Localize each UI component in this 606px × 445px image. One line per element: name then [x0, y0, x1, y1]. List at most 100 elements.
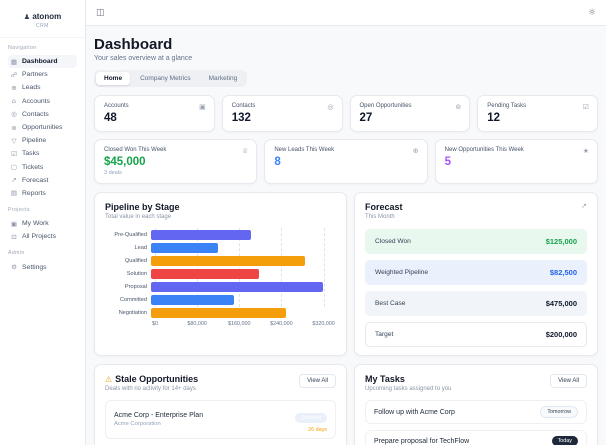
- theme-toggle-icon[interactable]: ☼: [588, 8, 596, 18]
- chart-bar-track: [151, 307, 332, 318]
- forecast-row-weighted-pipeline: Weighted Pipeline $82,500: [365, 260, 587, 285]
- all-projects-icon: ⊡: [11, 232, 17, 241]
- tasks-icon: ☑: [11, 149, 17, 158]
- chart-bar[interactable]: [151, 255, 305, 266]
- sidebar-item-label: Pipeline: [22, 137, 47, 145]
- checklist-icon: ☑: [582, 103, 589, 111]
- reports-icon: ▤: [10, 189, 18, 198]
- chart-x-tick: $0: [152, 321, 158, 327]
- sidebar-item-my-work[interactable]: ▣ My Work: [8, 217, 77, 230]
- task-name: Follow up with Acme Corp: [374, 408, 455, 416]
- sidebar-item-leads[interactable]: ⊕ Leads: [8, 81, 77, 94]
- chart-bar[interactable]: [151, 268, 259, 279]
- sidebar-item-label: Reports: [22, 189, 46, 197]
- stat-label: Pending Tasks: [487, 103, 527, 109]
- sidebar-item-tickets[interactable]: ▢ Tickets: [8, 161, 77, 174]
- chart-bar-row: Solution: [105, 267, 336, 280]
- sidebar-item-accounts[interactable]: ⌂ Accounts: [8, 95, 77, 108]
- user-plus-icon: ⊕: [412, 147, 419, 155]
- stat-value: 12: [487, 112, 501, 124]
- chart-subtitle: Total value in each stage: [105, 214, 172, 220]
- tickets-icon: ▢: [10, 163, 18, 172]
- sidebar-item-opportunities[interactable]: ⊚ Opportunities: [8, 121, 77, 134]
- pipeline-chart-card: Pipeline by Stage Total value in each st…: [94, 192, 347, 356]
- stale-list: Acme Corp - Enterprise Plan Acme Corporat…: [105, 400, 336, 445]
- forecast-row-value: $82,500: [549, 268, 577, 277]
- sidebar-item-partners[interactable]: ☍ Partners: [8, 68, 77, 81]
- stale-opportunity-item[interactable]: Acme Corp - Enterprise Plan Acme Corporat…: [105, 400, 336, 439]
- forecast-row-closed-won: Closed Won $125,000: [365, 229, 587, 254]
- sidebar-item-label: Tickets: [22, 163, 44, 171]
- sidebar-item-label: All Projects: [22, 233, 56, 241]
- forecast-row-value: $125,000: [545, 237, 577, 246]
- nav-section-label: Admin: [8, 250, 25, 257]
- dashboard-icon: ▦: [10, 57, 18, 66]
- due-badge: Today: [551, 436, 578, 445]
- stale-view-all-button[interactable]: View All: [299, 374, 336, 388]
- chart-bar-track: [151, 294, 332, 305]
- chart-bar-track: [151, 229, 332, 240]
- chart-category-label: Negotiation: [118, 309, 147, 316]
- panel-toggle-icon[interactable]: ◫: [96, 8, 105, 18]
- chart-bar-track: [151, 281, 332, 292]
- pipeline-bar-chart: Pre-Qualified Lead Qualified Solution Propos…: [105, 228, 336, 329]
- tasks-subtitle: Upcoming tasks assigned to you: [365, 386, 452, 392]
- chart-bar[interactable]: [151, 294, 235, 305]
- trophy-icon: ♕: [242, 147, 249, 155]
- forecast-title: Forecast: [365, 202, 403, 212]
- chart-title: Pipeline by Stage: [105, 202, 180, 212]
- chart-bar[interactable]: [151, 242, 219, 253]
- forecast-row-label: Closed Won: [375, 238, 411, 245]
- forecast-row-label: Weighted Pipeline: [375, 269, 429, 276]
- task-item[interactable]: Follow up with Acme Corp Tomorrow: [365, 400, 587, 424]
- chart-bar-track: [151, 242, 332, 253]
- chart-bar[interactable]: [151, 229, 251, 240]
- stale-item-meta: Qualified 26 days: [294, 406, 327, 433]
- tab-marketing[interactable]: Marketing: [201, 72, 246, 85]
- sidebar-item-forecast[interactable]: ↗ Forecast: [8, 174, 77, 187]
- stale-header-text: ⚠ Stale Opportunities Deals with no activ…: [105, 374, 198, 392]
- main-area: ◫ ☼ Dashboard Your sales overview at a g…: [86, 0, 606, 445]
- sidebar-item-label: Tasks: [22, 150, 40, 158]
- opportunity-name: Acme Corp - Enterprise Plan: [114, 412, 204, 419]
- sidebar-item-label: My Work: [22, 220, 49, 228]
- sidebar-item-dashboard[interactable]: ▦ Dashboard: [8, 55, 77, 69]
- tabbar: Home Company Metrics Marketing: [94, 70, 248, 87]
- partners-icon: ☍: [10, 70, 18, 79]
- chart-bar-track: [151, 255, 332, 266]
- nav-section: Navigation ▦ Dashboard ☍ Partners ⊕ Leads ⌂ Acco…: [0, 38, 85, 200]
- week-card-sub: [445, 170, 588, 176]
- stale-opportunities-card: ⚠ Stale Opportunities Deals with no activ…: [94, 364, 347, 445]
- nav-section-label: Navigation: [8, 45, 37, 51]
- app-root: ♟ atonom CRM Navigation ▦ Dashboard ☍ Partne…: [0, 0, 606, 445]
- tasks-view-all-button[interactable]: View All: [550, 374, 587, 388]
- chart-x-tick: $160,000: [228, 321, 251, 327]
- sidebar-item-contacts[interactable]: ◎ Contacts: [8, 108, 77, 121]
- sidebar-item-settings[interactable]: ⚙ Settings: [8, 260, 77, 273]
- stat-label: Open Opportunities: [359, 103, 412, 109]
- leads-icon: ⊕: [11, 83, 17, 92]
- due-badge: Tomorrow: [540, 406, 578, 418]
- sidebar-item-tasks[interactable]: ☑ Tasks: [8, 147, 77, 160]
- chart-bar-track: [151, 268, 332, 279]
- sidebar-item-label: Dashboard: [22, 58, 58, 66]
- task-item[interactable]: Prepare proposal for TechFlow Today: [365, 430, 587, 445]
- chart-x-tick: $240,000: [270, 321, 293, 327]
- sidebar-item-pipeline[interactable]: ▽ Pipeline: [8, 134, 77, 147]
- opportunities-icon: ⊚: [11, 123, 17, 132]
- logo-icon: ♟: [23, 13, 31, 21]
- chart-category-label: Committed: [119, 296, 147, 303]
- chart-bar-row: Negotiation: [105, 306, 336, 319]
- sparkle-icon: ★: [582, 147, 589, 155]
- chart-bar[interactable]: [151, 307, 286, 318]
- sidebar-item-all-projects[interactable]: ⊡ All Projects: [8, 230, 77, 243]
- week-card-sub: [274, 170, 417, 176]
- briefcase-icon: ▣: [199, 103, 206, 111]
- content: Dashboard Your sales overview at a glanc…: [86, 26, 606, 445]
- chart-bar-row: Lead: [105, 241, 336, 254]
- tab-home[interactable]: Home: [96, 72, 131, 85]
- week-card-new-opportunities-this-week: New Opportunities This Week 5 ★: [434, 139, 598, 184]
- chart-bar[interactable]: [151, 281, 324, 292]
- tab-company-metrics[interactable]: Company Metrics: [132, 72, 199, 85]
- sidebar-item-reports[interactable]: ▤ Reports: [8, 187, 77, 200]
